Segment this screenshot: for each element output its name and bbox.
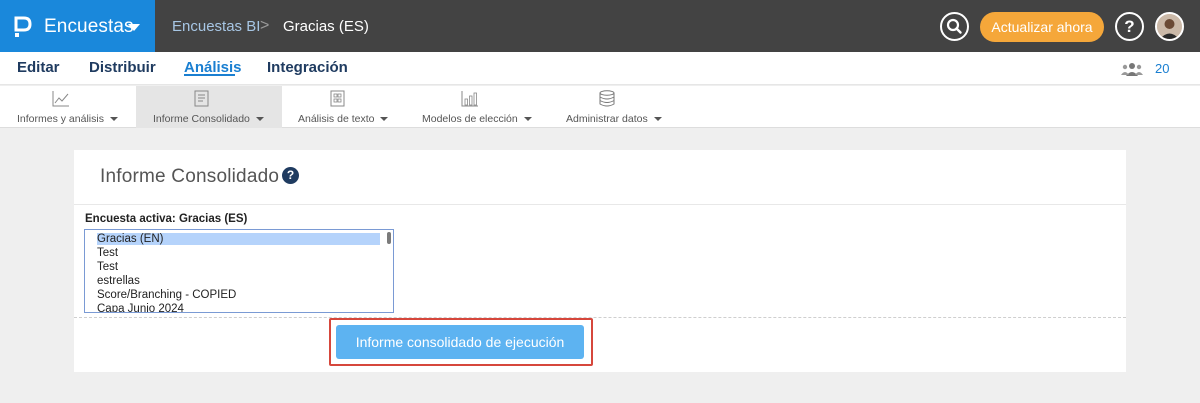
caret-down-icon	[523, 117, 532, 122]
breadcrumb-parent[interactable]: Encuestas BI	[172, 18, 260, 35]
line-chart-icon	[52, 91, 69, 107]
main-nav: Editar Distribuir Análisis Integración	[0, 52, 1200, 85]
nav-integration[interactable]: Integración	[267, 59, 348, 76]
survey-listbox[interactable]: Gracias (EN) Test Test estrellas Score/B…	[84, 229, 394, 313]
nav-distribute[interactable]: Distribuir	[89, 59, 156, 76]
analysis-toolbar: Informes y análisis Informe Consolidado …	[0, 86, 1200, 128]
app-name: Encuestas	[44, 16, 134, 37]
list-item[interactable]: Capa Junio 2024	[97, 303, 184, 312]
avatar[interactable]	[1155, 12, 1184, 41]
page-title: Informe Consolidado	[100, 166, 280, 187]
active-survey-label: Encuesta activa: Gracias (ES)	[85, 213, 248, 225]
bar-chart-icon	[461, 91, 478, 107]
toolbar-manage-data[interactable]: Administrar datos	[548, 86, 678, 128]
toolbar-reports[interactable]: Informes y análisis	[0, 86, 136, 128]
document-icon	[194, 90, 209, 107]
toolbar-choice-models-label: Modelos de elección	[422, 113, 518, 125]
breadcrumb-separator: >	[260, 17, 270, 34]
user-count[interactable]: 20	[1155, 61, 1169, 76]
text-grid-icon	[330, 90, 345, 107]
toolbar-manage-data-label: Administrar datos	[566, 113, 648, 125]
toolbar-text-analysis-label: Análisis de texto	[298, 113, 375, 125]
list-item[interactable]: Gracias (EN)	[97, 233, 380, 245]
scrollbar[interactable]	[387, 232, 391, 244]
nav-edit[interactable]: Editar	[17, 59, 60, 76]
card-header: Informe Consolidado ?	[74, 150, 1126, 205]
top-bar: Encuestas Encuestas BI > Gracias (ES) Ac…	[0, 0, 1200, 52]
breadcrumb-current: Gracias (ES)	[283, 18, 369, 35]
toolbar-choice-models[interactable]: Modelos de elección	[404, 86, 548, 128]
help-circle-icon[interactable]: ?	[282, 167, 299, 184]
list-item[interactable]: Test	[97, 247, 118, 259]
caret-down-icon	[109, 117, 118, 122]
toolbar-consolidated-label: Informe Consolidado	[153, 113, 250, 125]
database-icon	[599, 90, 615, 107]
caret-down-icon	[380, 117, 389, 122]
active-tab-underline	[184, 74, 235, 76]
caret-down-icon	[653, 117, 662, 122]
app-switcher[interactable]: Encuestas	[0, 0, 155, 52]
list-item[interactable]: Test	[97, 261, 118, 273]
search-button[interactable]	[940, 12, 969, 41]
users-icon	[1121, 63, 1143, 76]
divider	[74, 317, 1126, 318]
toolbar-reports-label: Informes y análisis	[17, 113, 104, 125]
caret-down-icon	[255, 117, 264, 122]
update-now-button[interactable]: Actualizar ahora	[980, 12, 1104, 42]
search-icon	[946, 18, 962, 34]
list-item[interactable]: estrellas	[97, 275, 140, 287]
help-button[interactable]: ?	[1115, 12, 1144, 41]
toolbar-consolidated[interactable]: Informe Consolidado	[136, 86, 282, 128]
chevron-down-icon	[128, 24, 140, 31]
consolidated-report-card: Informe Consolidado ? Encuesta activa: G…	[74, 150, 1126, 372]
toolbar-text-analysis[interactable]: Análisis de texto	[282, 86, 404, 128]
brand-logo-icon	[14, 16, 32, 37]
list-item[interactable]: Score/Branching - COPIED	[97, 289, 236, 301]
user-photo-icon	[1157, 14, 1182, 39]
run-consolidated-report-button[interactable]: Informe consolidado de ejecución	[336, 325, 584, 359]
